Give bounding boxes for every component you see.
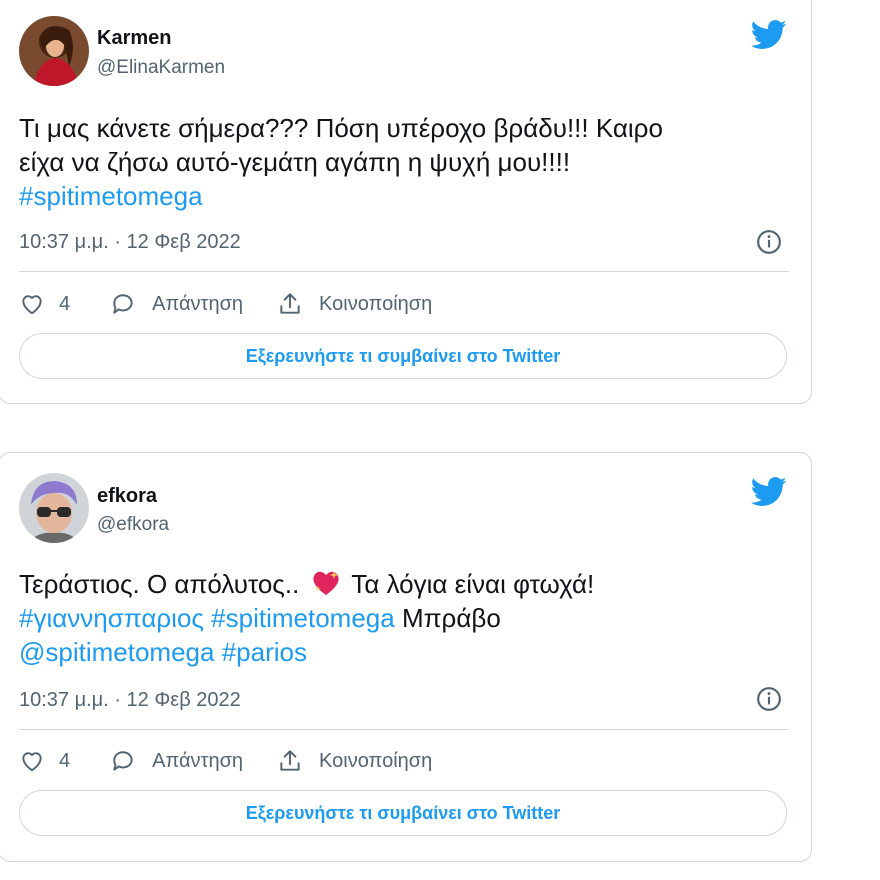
reply-button[interactable]: Απάντηση <box>110 291 243 317</box>
tweet-text-segment: Τεράστιος. Ο απόλυτος.. <box>19 569 300 599</box>
tweet-text-segment: Τα λόγια είναι φτωχά! <box>351 569 595 599</box>
info-icon[interactable] <box>756 686 782 712</box>
tweet-actions: 4 Απάντηση Κοινοποίηση <box>19 746 432 776</box>
mention-link[interactable]: @spitimetomega <box>19 637 214 667</box>
reply-bubble-icon <box>113 294 133 314</box>
twitter-bird-icon[interactable] <box>751 477 787 507</box>
tweet-timestamp[interactable]: 10:37 μ.μ. · 12 Φεβ 2022 <box>19 231 241 254</box>
share-label: Κοινοποίηση <box>319 749 433 772</box>
heart-icon <box>22 752 42 772</box>
display-name[interactable]: Karmen <box>97 27 171 50</box>
share-icon <box>280 750 300 771</box>
display-name[interactable]: efkora <box>97 485 157 508</box>
user-avatar[interactable] <box>19 16 89 86</box>
heart-icon <box>22 295 42 315</box>
tweet-card[interactable]: efkora @efkora Τεράστιος. Ο απόλυτος.. Τ… <box>0 452 812 862</box>
hashtag-link[interactable]: #parios <box>222 637 307 667</box>
user-avatar[interactable] <box>19 473 89 543</box>
tweet-card[interactable]: Karmen @ElinaKarmen Τι μας κάνετε σήμερα… <box>0 0 812 404</box>
explore-twitter-button[interactable]: Εξερευνήστε τι συμβαίνει στο Twitter <box>19 333 787 379</box>
share-button[interactable]: Κοινοποίηση <box>277 748 432 774</box>
divider <box>19 271 789 272</box>
like-count: 4 <box>59 292 71 315</box>
twitter-bird-icon[interactable] <box>751 20 787 50</box>
share-icon <box>280 293 300 314</box>
hashtag-link[interactable]: #spitimetomega <box>19 181 203 211</box>
tweet-text-line: Τι μας κάνετε σήμερα??? Πόση υπέροχο βρά… <box>19 113 663 143</box>
reply-label: Απάντηση <box>152 749 244 772</box>
tweet-text: Τι μας κάνετε σήμερα??? Πόση υπέροχο βρά… <box>19 111 789 213</box>
user-handle[interactable]: @ElinaKarmen <box>97 57 225 79</box>
hashtag-link[interactable]: #spitimetomega <box>211 603 395 633</box>
like-button[interactable]: 4 <box>19 748 70 774</box>
divider <box>19 729 789 730</box>
tweet-text-line: είχα να ζήσω αυτό-γεμάτη αγάπη η ψυχή μο… <box>19 147 571 177</box>
hashtag-link[interactable]: #γιαννησπαριος <box>19 603 204 633</box>
reply-bubble-icon <box>113 751 133 771</box>
like-count: 4 <box>59 749 71 772</box>
like-button[interactable]: 4 <box>19 291 70 317</box>
share-label: Κοινοποίηση <box>319 292 433 315</box>
info-icon[interactable] <box>756 229 782 255</box>
explore-twitter-button[interactable]: Εξερευνήστε τι συμβαίνει στο Twitter <box>19 790 787 836</box>
user-handle[interactable]: @efkora <box>97 514 169 536</box>
tweet-timestamp[interactable]: 10:37 μ.μ. · 12 Φεβ 2022 <box>19 689 241 712</box>
reply-label: Απάντηση <box>152 292 244 315</box>
tweet-actions: 4 Απάντηση Κοινοποίηση <box>19 289 432 319</box>
tweet-text-segment: Μπράβο <box>401 603 501 633</box>
share-button[interactable]: Κοινοποίηση <box>277 291 432 317</box>
sparkling-heart-emoji-icon <box>312 571 339 595</box>
reply-button[interactable]: Απάντηση <box>110 748 243 774</box>
tweet-text: Τεράστιος. Ο απόλυτος.. Τα λόγια είναι φ… <box>19 567 789 669</box>
